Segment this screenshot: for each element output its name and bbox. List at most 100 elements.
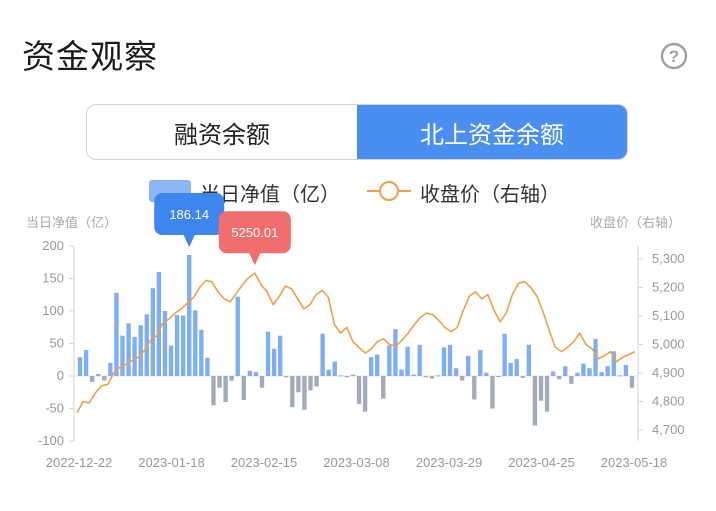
x-tick-label: 2022-12-22 — [46, 455, 113, 470]
price-value-callout-label: 5250.01 — [231, 225, 278, 240]
net-value-bar — [587, 368, 592, 376]
right-tick-label: 5,200 — [652, 280, 685, 295]
net-value-bar — [502, 333, 507, 376]
net-value-bar — [532, 376, 538, 426]
price-value-callout-box — [218, 211, 291, 254]
bar-value-callout-pointer — [183, 234, 196, 248]
net-value-bar — [417, 344, 422, 376]
svg-text:?: ? — [669, 47, 679, 66]
net-value-bar — [338, 375, 344, 377]
net-value-bar — [478, 350, 483, 376]
net-value-bar — [193, 310, 198, 376]
net-value-bar — [447, 344, 453, 376]
net-value-bar — [320, 333, 325, 376]
net-value-bar — [114, 292, 119, 376]
right-tick-label: 4,800 — [652, 394, 685, 409]
net-value-bar — [411, 374, 416, 376]
left-tick-label: 200 — [42, 238, 64, 253]
right-tick-label: 4,700 — [652, 422, 685, 437]
price-value-callout-pointer — [248, 252, 261, 266]
net-value-bar — [83, 350, 89, 376]
net-value-bar — [405, 346, 410, 376]
net-value-bar — [368, 357, 374, 376]
net-value-bar — [350, 374, 356, 376]
net-value-bar — [423, 376, 428, 378]
net-value-bar — [550, 371, 556, 376]
net-value-bar — [326, 369, 331, 376]
net-value-bar — [108, 363, 113, 376]
net-value-bar — [520, 376, 525, 378]
right-tick-label: 5,100 — [652, 308, 685, 323]
net-value-bar — [617, 375, 623, 377]
net-value-bar — [308, 376, 313, 391]
net-value-bar — [271, 348, 277, 376]
net-value-bar — [381, 376, 386, 399]
net-value-bar — [156, 272, 162, 376]
net-value-bar — [187, 255, 192, 376]
right-tick-label: 5,300 — [652, 251, 685, 266]
net-value-bar — [96, 374, 101, 376]
net-value-bar — [241, 376, 246, 401]
net-value-bar — [557, 376, 562, 380]
x-tick-label: 2023-02-15 — [231, 455, 298, 470]
net-value-bar — [514, 359, 519, 376]
net-value-bar — [362, 376, 368, 412]
net-value-bar — [77, 357, 83, 376]
net-value-bar — [253, 372, 259, 376]
net-value-bar — [344, 376, 350, 378]
net-value-bar — [538, 376, 544, 401]
net-value-bar — [223, 376, 228, 402]
page-title: 资金观察 — [22, 38, 158, 75]
net-value-bar — [132, 337, 137, 376]
net-value-bar — [593, 338, 598, 376]
left-tick-label: -100 — [38, 433, 64, 448]
x-tick-label: 2023-04-25 — [508, 455, 575, 470]
net-value-bar — [429, 376, 434, 379]
net-value-bar — [393, 329, 398, 376]
net-value-bar — [180, 315, 186, 376]
net-value-bar — [174, 314, 180, 376]
net-value-bar — [575, 372, 580, 376]
help-icon[interactable]: ? — [660, 42, 688, 70]
left-tick-label: -50 — [45, 401, 64, 416]
close-price-line — [76, 272, 636, 414]
net-value-bar — [399, 369, 404, 376]
left-tick-label: 0 — [57, 368, 64, 383]
legend-line-swatch — [367, 181, 411, 201]
net-value-bar — [168, 345, 174, 376]
net-value-bar — [229, 376, 234, 381]
net-value-bar — [89, 376, 95, 382]
net-value-bar — [375, 354, 380, 376]
net-value-bar — [611, 351, 616, 376]
net-value-bar — [314, 376, 319, 387]
net-value-bar — [290, 376, 295, 408]
legend-bar-label: 当日净值（亿） — [200, 184, 340, 206]
net-value-bar — [599, 372, 604, 376]
legend-bar-swatch — [149, 180, 191, 202]
net-value-bar — [278, 335, 283, 376]
net-value-bar — [453, 368, 459, 376]
left-tick-label: 150 — [42, 271, 64, 286]
net-value-bar — [296, 376, 301, 393]
x-tick-label: 2023-03-29 — [416, 455, 483, 470]
tab-bar: 融资余额 北上资金余额 — [86, 104, 628, 160]
tab-northbound-balance[interactable]: 北上资金余额 — [357, 105, 627, 159]
right-axis-title: 收盘价（右轴） — [590, 215, 682, 230]
net-value-bar — [623, 364, 629, 376]
net-value-bar — [211, 376, 216, 406]
x-tick-label: 2023-05-18 — [601, 455, 668, 470]
net-value-bar — [459, 376, 465, 381]
net-value-bar — [120, 335, 125, 376]
net-value-bar — [138, 325, 143, 376]
net-value-bar — [332, 361, 337, 376]
right-tick-label: 4,900 — [652, 365, 685, 380]
net-value-bar — [217, 376, 222, 388]
net-value-bar — [356, 376, 362, 404]
tab-margin-balance[interactable]: 融资余额 — [87, 105, 357, 159]
net-value-bar — [144, 314, 149, 376]
net-value-bar — [569, 376, 574, 384]
net-value-bar — [259, 376, 265, 388]
net-value-bar — [472, 376, 477, 400]
net-value-bar — [435, 375, 441, 377]
legend-line-label: 收盘价（右轴） — [420, 184, 560, 206]
